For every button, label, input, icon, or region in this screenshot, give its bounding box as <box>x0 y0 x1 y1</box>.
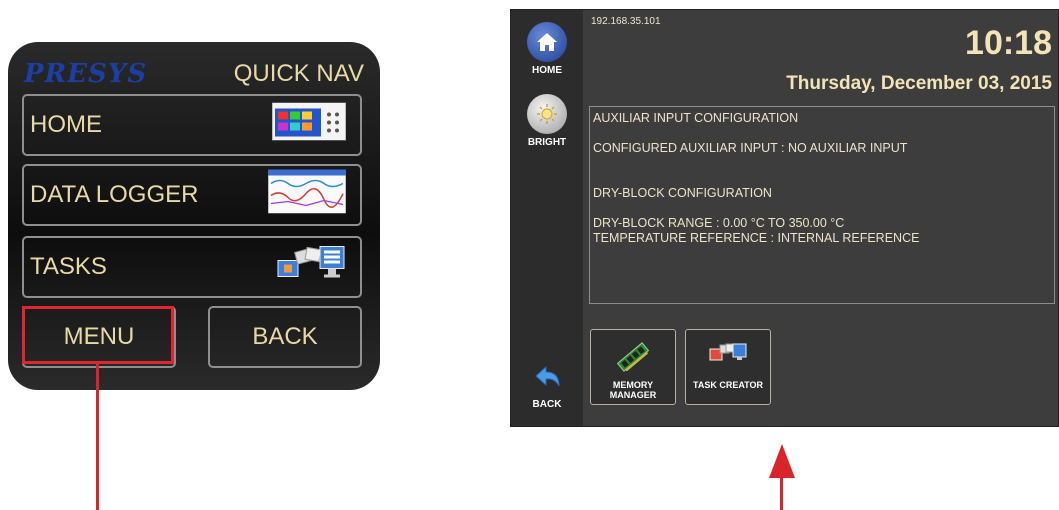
back-button-label: BACK <box>252 323 318 350</box>
device-bright-label: BRIGHT <box>527 137 567 148</box>
quick-nav-data-logger-label: DATA LOGGER <box>30 181 199 208</box>
home-icon <box>527 22 567 62</box>
memory-chip-icon <box>591 340 675 376</box>
device-screen: HOME BRIGHT BACK 192.168.35.101 10:18 Th… <box>510 9 1059 427</box>
callout-line-left <box>96 364 99 510</box>
device-bright-button[interactable]: BRIGHT <box>511 94 583 148</box>
device-home-label: HOME <box>532 65 562 76</box>
quick-nav-tasks-button[interactable]: TASKS <box>22 236 362 298</box>
chart-thumbnail-icon <box>267 169 347 221</box>
task-creator-icon <box>686 342 770 366</box>
quick-nav-title: QUICK NAV <box>233 60 364 87</box>
tasks-computers-icon <box>276 243 346 292</box>
info-line <box>593 126 1051 141</box>
arrow-up-icon <box>769 444 795 478</box>
quick-nav-home-button[interactable]: HOME <box>22 94 362 156</box>
clock-time: 10:18 <box>965 24 1052 62</box>
info-line: AUXILIAR INPUT CONFIGURATION <box>593 111 799 125</box>
device-back-label: BACK <box>532 399 562 410</box>
quick-nav-tasks-label: TASKS <box>30 253 107 280</box>
info-line <box>593 171 1051 186</box>
info-line: CONFIGURED AUXILIAR INPUT : NO AUXILIAR … <box>593 141 908 155</box>
device-sidebar: HOME BRIGHT BACK <box>511 10 583 426</box>
info-line: DRY-BLOCK CONFIGURATION <box>593 186 772 200</box>
menu-highlight-box <box>22 306 174 364</box>
clock-date: Thursday, December 03, 2015 <box>786 73 1052 94</box>
home-screen-thumbnail-icon <box>271 102 347 148</box>
device-back-button[interactable]: BACK <box>511 362 583 410</box>
memory-manager-tile[interactable]: MEMORY MANAGER <box>590 329 676 405</box>
ip-address: 192.168.35.101 <box>591 16 661 27</box>
quick-nav-home-label: HOME <box>30 111 102 138</box>
brightness-icon <box>527 94 567 134</box>
brand-logo: PRESYS <box>24 59 148 89</box>
quick-nav-data-logger-button[interactable]: DATA LOGGER <box>22 164 362 226</box>
memory-manager-label-2: MANAGER <box>609 390 657 400</box>
task-creator-label: TASK CREATOR <box>692 380 763 390</box>
back-button[interactable]: BACK <box>208 306 362 368</box>
task-creator-tile[interactable]: TASK CREATOR <box>685 329 771 405</box>
callout-line-right <box>780 476 783 510</box>
memory-manager-label-1: MEMORY <box>612 380 654 390</box>
info-line <box>593 201 1051 216</box>
info-line: TEMPERATURE REFERENCE : INTERNAL REFEREN… <box>593 231 920 245</box>
back-arrow-icon <box>527 362 567 396</box>
device-home-button[interactable]: HOME <box>511 22 583 76</box>
info-line <box>593 156 1051 171</box>
configuration-info-panel: AUXILIAR INPUT CONFIGURATION CONFIGURED … <box>589 106 1055 304</box>
info-line: DRY-BLOCK RANGE : 0.00 °C TO 350.00 °C <box>593 216 845 230</box>
